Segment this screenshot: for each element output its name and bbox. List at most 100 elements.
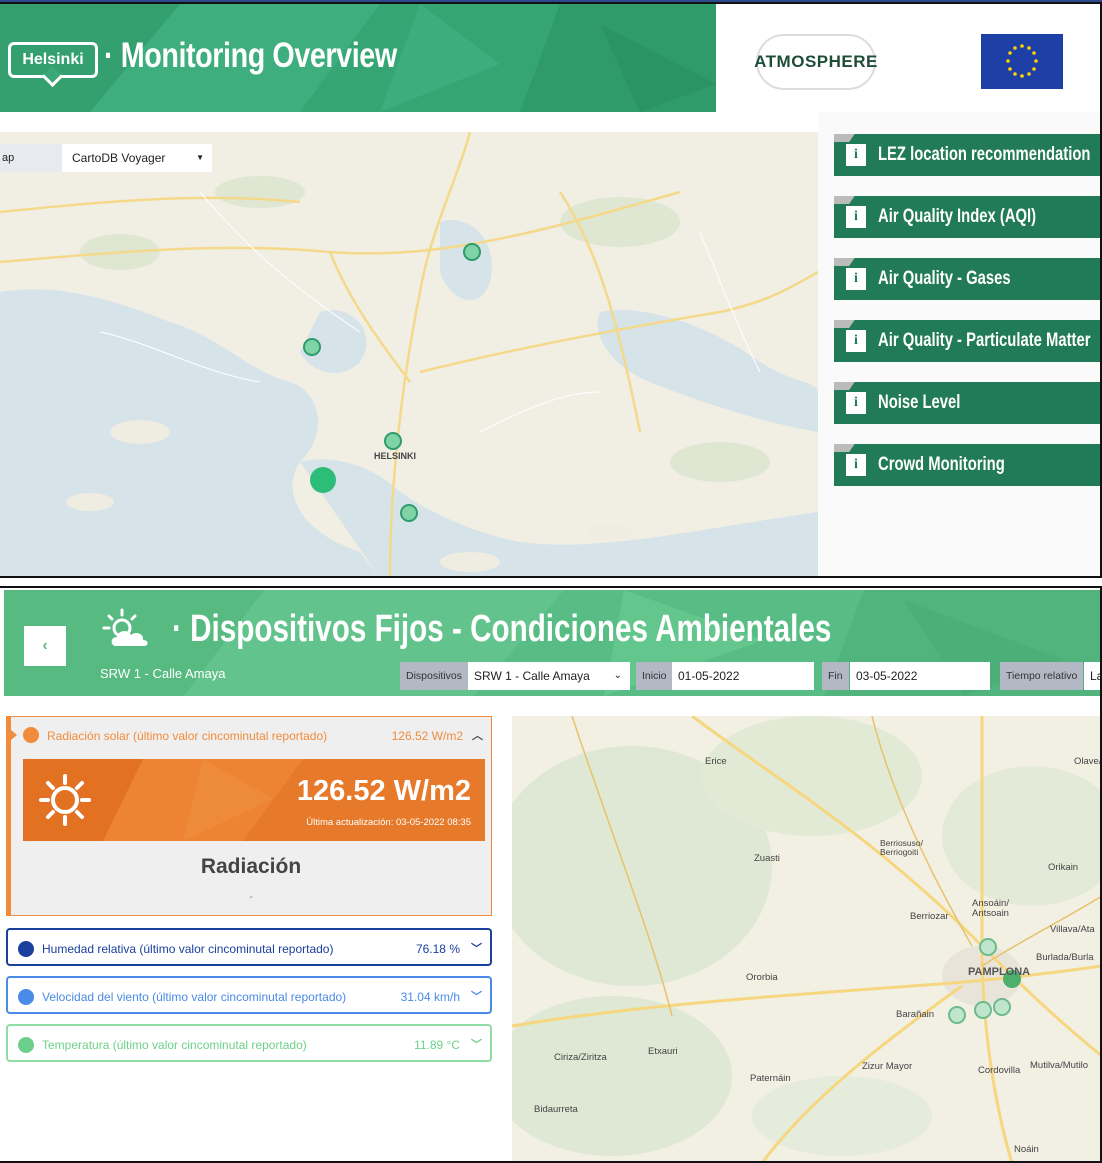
info-icon: i <box>846 206 866 228</box>
chevron-down-icon: ⌄ <box>613 670 622 681</box>
map-label-ciriza: Ciriza/Ziritza <box>554 1052 607 1063</box>
map-tiles <box>0 132 818 576</box>
map-label-pamplona: PAMPLONA <box>968 966 1031 978</box>
map-city-label: HELSINKI <box>374 451 417 461</box>
sidebar-item-label: LEZ location recommendation <box>878 144 1091 165</box>
map-label-noain: Noáin <box>1014 1144 1039 1155</box>
map-label-mutilva: Mutilva/Mutilo <box>1030 1060 1089 1071</box>
ribbon-flag <box>834 196 859 204</box>
chevron-down-icon[interactable]: ﹀ <box>471 1036 482 1052</box>
status-dot <box>18 1037 34 1053</box>
devices-header: ‹ · Dispositivos Fijos - Condiciones Amb… <box>4 590 1100 696</box>
chevron-down-icon: ▼ <box>196 153 204 162</box>
device-select-value: SRW 1 - Calle Amaya <box>474 669 590 683</box>
sensor-label: Temperatura (último valor cincominutal r… <box>42 1038 307 1052</box>
wind-speed-card[interactable]: Velocidad del viento (último valor cinco… <box>6 976 492 1014</box>
ribbon-flag <box>834 382 859 390</box>
back-button[interactable]: ‹ <box>24 626 66 666</box>
sidebar-item-noise[interactable]: i Noise Level <box>834 382 1100 424</box>
map-label-villava: Villava/Ata <box>1050 924 1095 935</box>
map-tiles <box>512 716 1100 1161</box>
helsinki-logo[interactable]: Helsinki <box>8 42 98 78</box>
ribbon-flag <box>834 444 859 452</box>
end-date-label: Fin <box>822 662 849 690</box>
partly-cloudy-icon <box>102 608 148 646</box>
page-title: · Dispositivos Fijos - Condiciones Ambie… <box>172 608 832 650</box>
map-label-etxauri: Etxauri <box>648 1046 678 1057</box>
relative-time-label: Tiempo relativo <box>1000 662 1084 690</box>
map-label-cordovilla: Cordovilla <box>978 1065 1021 1076</box>
ribbon-flag <box>834 134 859 142</box>
info-icon: i <box>846 392 866 414</box>
chevron-up-icon[interactable]: ︿ <box>472 727 483 743</box>
map-layer-select[interactable]: CartoDB Voyager ▼ <box>62 144 212 172</box>
info-icon: i <box>846 454 866 476</box>
chevron-down-icon[interactable]: ﹀ <box>471 940 482 956</box>
map-label-baranain: Barañain <box>896 1009 935 1020</box>
humidity-card[interactable]: Humedad relativa (último valor cincominu… <box>6 928 492 966</box>
chevron-left-icon: ‹ <box>42 637 48 654</box>
sidebar-item-particulate[interactable]: i Air Quality - Particulate Matter <box>834 320 1100 362</box>
map-label-zuasti: Zuasti <box>754 853 780 864</box>
info-icon: i <box>846 330 866 352</box>
sensor-value: 11.89 °C <box>414 1038 460 1052</box>
atmosphere-logo: ATMOSPHERE <box>754 34 877 90</box>
last-updated: Última actualización: 03-05-2022 08:35 <box>306 817 471 828</box>
device-subtitle: SRW 1 - Calle Amaya <box>100 666 226 681</box>
chevron-down-icon[interactable]: ﹀ <box>471 988 482 1004</box>
sidebar-item-crowd[interactable]: i Crowd Monitoring <box>834 444 1100 486</box>
relative-time-select[interactable]: La <box>1084 662 1100 690</box>
monitoring-header: Helsinki · Monitoring Overview <box>0 4 716 112</box>
sun-icon <box>39 774 91 826</box>
status-dot <box>18 941 34 957</box>
start-date-label: Inicio <box>636 662 673 690</box>
sidebar-item-label: Crowd Monitoring <box>878 454 1005 475</box>
sensor-value: 126.52 W/m2 <box>391 729 463 743</box>
sidebar-item-label: Noise Level <box>878 392 961 413</box>
status-dot <box>18 989 34 1005</box>
pamplona-map[interactable]: Erice Olave/ Zuasti Berriosuso/ Berriogo… <box>512 716 1102 1161</box>
sensor-label: Humedad relativa (último valor cincominu… <box>42 942 334 956</box>
map-label-berriogoiti: Berriogoiti <box>880 847 919 857</box>
sensor-name: Radiación <box>200 855 302 878</box>
sensor-list: Radiación solar (último valor cincominut… <box>4 714 496 1159</box>
sidebar-item-aqi[interactable]: i Air Quality Index (AQI) <box>834 196 1100 238</box>
temperature-card[interactable]: Temperatura (último valor cincominutal r… <box>6 1024 492 1062</box>
end-date-input[interactable]: 03-05-2022 <box>850 662 990 690</box>
map-label-olave: Olave/ <box>1074 756 1102 767</box>
sidebar-item-gases[interactable]: i Air Quality - Gases <box>834 258 1100 300</box>
sidebar-item-label: Air Quality - Particulate Matter <box>878 330 1091 351</box>
map-layer-label: ap <box>0 144 62 172</box>
map-label-paternain: Paternáin <box>750 1073 791 1084</box>
ribbon-flag <box>834 320 859 328</box>
monitoring-sidebar: i LEZ location recommendation i Air Qual… <box>818 112 1100 576</box>
map-label-zizur: Zizur Mayor <box>862 1061 913 1072</box>
info-icon: i <box>846 268 866 290</box>
info-icon: i <box>846 144 866 166</box>
map-label-berriozar: Berriozar <box>910 911 949 922</box>
map-label-antsoain: Antsoain <box>972 908 1009 919</box>
map-label-orikain: Orikain <box>1048 862 1079 873</box>
solar-big-value: 126.52 W/m2 <box>296 775 471 807</box>
sidebar-item-label: Air Quality - Gases <box>878 268 1011 289</box>
page-title: · Monitoring Overview <box>104 36 397 75</box>
status-dot <box>23 727 39 743</box>
ribbon-flag <box>834 258 859 266</box>
map-label-bidaurreta: Bidaurreta <box>534 1104 578 1115</box>
solar-radiation-card: Radiación solar (último valor cincominut… <box>6 716 492 916</box>
helsinki-map[interactable]: HELSINKI ap CartoDB Voyager ▼ <box>0 132 818 576</box>
monitoring-overview-panel: Helsinki · Monitoring Overview ATMOSPHER… <box>0 2 1102 578</box>
expand-marker <box>11 730 17 740</box>
sensor-label: Radiación solar (último valor cincominut… <box>47 729 328 743</box>
sidebar-item-lez[interactable]: i LEZ location recommendation <box>834 134 1100 176</box>
map-layer-value: CartoDB Voyager <box>72 151 166 165</box>
sensor-label: Velocidad del viento (último valor cinco… <box>42 990 347 1004</box>
map-label-orcoyen: Ororbia <box>746 972 778 983</box>
sensor-value: 31.04 km/h <box>400 990 460 1004</box>
solar-radiation-header[interactable]: Radiación solar (último valor cincominut… <box>11 717 491 753</box>
device-select[interactable]: SRW 1 - Calle Amaya ⌄ <box>468 662 630 690</box>
start-date-input[interactable]: 01-05-2022 <box>672 662 814 690</box>
map-label-burlada: Burlada/Burla <box>1036 952 1094 963</box>
sensor-placeholder: - <box>249 889 253 903</box>
map-label-erice: Erice <box>705 756 727 767</box>
